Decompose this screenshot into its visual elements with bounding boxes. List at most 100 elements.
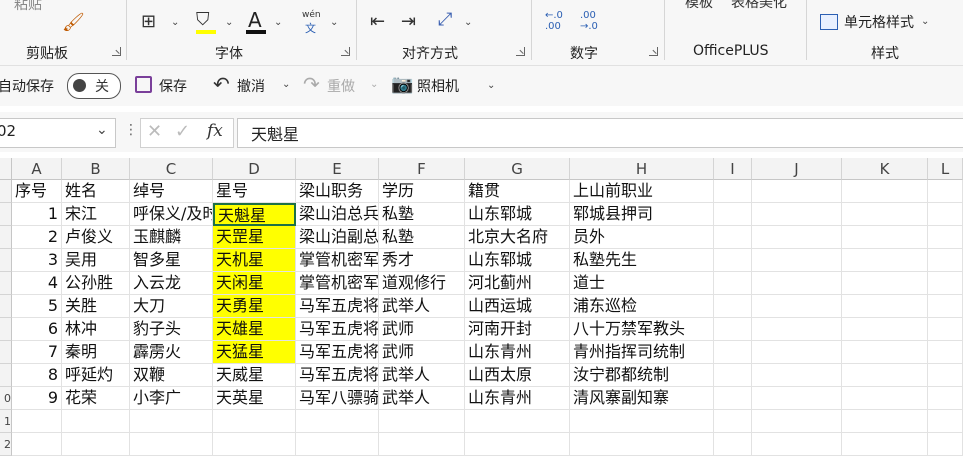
grid-cell[interactable] xyxy=(842,410,928,433)
table-cell[interactable]: 员外 xyxy=(570,226,714,249)
table-cell[interactable]: 山东青州 xyxy=(465,341,570,364)
customize-qat-icon[interactable]: ⌄ xyxy=(487,80,495,91)
grid-cell[interactable] xyxy=(714,341,752,364)
autosave-toggle[interactable]: 关 xyxy=(67,73,121,99)
table-cell[interactable]: 马军五虎将 xyxy=(296,364,379,387)
column-header[interactable]: H xyxy=(570,158,714,180)
redo-icon[interactable]: ↷ xyxy=(303,72,320,96)
insert-function-icon[interactable]: fx xyxy=(207,121,223,141)
borders-dropdown-icon[interactable]: ⌄ xyxy=(171,17,179,28)
table-cell[interactable]: 双鞭 xyxy=(130,364,213,387)
grid-cell[interactable] xyxy=(714,272,752,295)
cell-style-dropdown-icon[interactable]: ⌄ xyxy=(921,16,929,27)
grid-cell[interactable] xyxy=(714,249,752,272)
orientation-icon[interactable]: ⤢ xyxy=(438,10,452,30)
column-header[interactable]: L xyxy=(928,158,963,180)
table-cell[interactable]: 清风寨副知寨 xyxy=(570,387,714,410)
grid-cell[interactable] xyxy=(714,203,752,226)
table-header-cell[interactable]: 梁山职务 xyxy=(296,180,379,203)
row-index-cell[interactable]: 5 xyxy=(12,295,62,318)
grid-cell[interactable] xyxy=(928,180,963,203)
grid-cell[interactable] xyxy=(379,410,465,433)
table-cell[interactable]: 豹子头 xyxy=(130,318,213,341)
table-cell[interactable]: 武举人 xyxy=(379,387,465,410)
save-button[interactable]: 保存 xyxy=(159,76,187,96)
grid-cell[interactable] xyxy=(752,203,842,226)
table-cell[interactable]: 天魁星 xyxy=(213,203,296,226)
grid-cell[interactable] xyxy=(842,272,928,295)
table-cell[interactable]: 山西运城 xyxy=(465,295,570,318)
grid-cell[interactable] xyxy=(752,341,842,364)
grid-cell[interactable] xyxy=(714,295,752,318)
decrease-decimal-icon[interactable]: ←.0.00 xyxy=(545,10,565,32)
table-cell[interactable]: 天罡星 xyxy=(213,226,296,249)
table-cell[interactable]: 郓城县押司 xyxy=(570,203,714,226)
table-cell[interactable]: 河南开封 xyxy=(465,318,570,341)
table-cell[interactable]: 天英星 xyxy=(213,387,296,410)
column-header[interactable]: F xyxy=(379,158,465,180)
grid-cell[interactable] xyxy=(842,387,928,410)
table-header-cell[interactable]: 星号 xyxy=(213,180,296,203)
number-launcher-icon[interactable] xyxy=(649,47,658,56)
grid-cell[interactable] xyxy=(213,410,296,433)
table-cell[interactable]: 北京大名府 xyxy=(465,226,570,249)
grid-cell[interactable] xyxy=(928,272,963,295)
undo-button[interactable]: 撤消 xyxy=(237,76,265,96)
grid-cell[interactable] xyxy=(714,410,752,433)
grid-cell[interactable] xyxy=(570,433,714,456)
officeplus-template[interactable]: 模板 xyxy=(685,0,713,12)
table-cell[interactable]: 入云龙 xyxy=(130,272,213,295)
grid-cell[interactable] xyxy=(842,341,928,364)
enter-icon[interactable]: ✓ xyxy=(175,121,190,142)
column-header[interactable]: K xyxy=(842,158,928,180)
row-index-cell[interactable]: 1 xyxy=(12,203,62,226)
paste-label[interactable]: 粘贴 xyxy=(14,0,42,14)
table-cell[interactable]: 马军五虎将 xyxy=(296,295,379,318)
redo-button[interactable]: 重做 xyxy=(327,76,355,96)
undo-dropdown-icon[interactable]: ⌄ xyxy=(282,79,290,90)
table-cell[interactable]: 天机星 xyxy=(213,249,296,272)
grid-cell[interactable] xyxy=(714,226,752,249)
grid-cell[interactable] xyxy=(296,410,379,433)
table-cell[interactable]: 武举人 xyxy=(379,364,465,387)
grid-cell[interactable] xyxy=(752,249,842,272)
table-cell[interactable]: 花荣 xyxy=(62,387,130,410)
column-header[interactable]: E xyxy=(296,158,379,180)
alignment-launcher-icon[interactable] xyxy=(516,47,525,56)
table-cell[interactable]: 山东郓城 xyxy=(465,249,570,272)
grid-cell[interactable] xyxy=(842,226,928,249)
table-cell[interactable]: 马军八骠骑 xyxy=(296,387,379,410)
redo-dropdown-icon[interactable]: ⌄ xyxy=(370,79,378,90)
format-painter-icon[interactable]: 🖌 xyxy=(62,12,85,33)
grid-cell[interactable] xyxy=(928,318,963,341)
table-cell[interactable]: 霹雳火 xyxy=(130,341,213,364)
grid-cell[interactable] xyxy=(62,410,130,433)
grid-cell[interactable] xyxy=(130,433,213,456)
officeplus-beautify[interactable]: 表格美化 xyxy=(731,0,787,12)
grid-cell[interactable] xyxy=(752,295,842,318)
grid-cell[interactable] xyxy=(928,410,963,433)
table-cell[interactable]: 青州指挥司统制 xyxy=(570,341,714,364)
grid-cell[interactable] xyxy=(465,410,570,433)
table-cell[interactable]: 呼保义/及时雨 xyxy=(130,203,213,226)
table-cell[interactable]: 吴用 xyxy=(62,249,130,272)
row-header[interactable] xyxy=(0,180,12,203)
row-header[interactable] xyxy=(0,341,12,364)
borders-icon[interactable]: ⊞ xyxy=(141,12,156,32)
row-index-cell[interactable]: 3 xyxy=(12,249,62,272)
grid-cell[interactable] xyxy=(296,433,379,456)
select-all-corner[interactable] xyxy=(0,158,12,180)
grid-cell[interactable] xyxy=(842,433,928,456)
grid-cell[interactable] xyxy=(842,203,928,226)
row-header[interactable]: 0 xyxy=(0,387,12,410)
row-header[interactable] xyxy=(0,272,12,295)
grid-cell[interactable] xyxy=(842,318,928,341)
grid-cell[interactable] xyxy=(842,364,928,387)
grid-cell[interactable] xyxy=(928,387,963,410)
table-cell[interactable]: 梁山泊副总兵都头领 xyxy=(296,226,379,249)
table-cell[interactable]: 掌管机密军师 xyxy=(296,272,379,295)
grid-cell[interactable] xyxy=(842,180,928,203)
table-cell[interactable]: 私塾 xyxy=(379,203,465,226)
grid-cell[interactable] xyxy=(714,364,752,387)
table-cell[interactable]: 秦明 xyxy=(62,341,130,364)
